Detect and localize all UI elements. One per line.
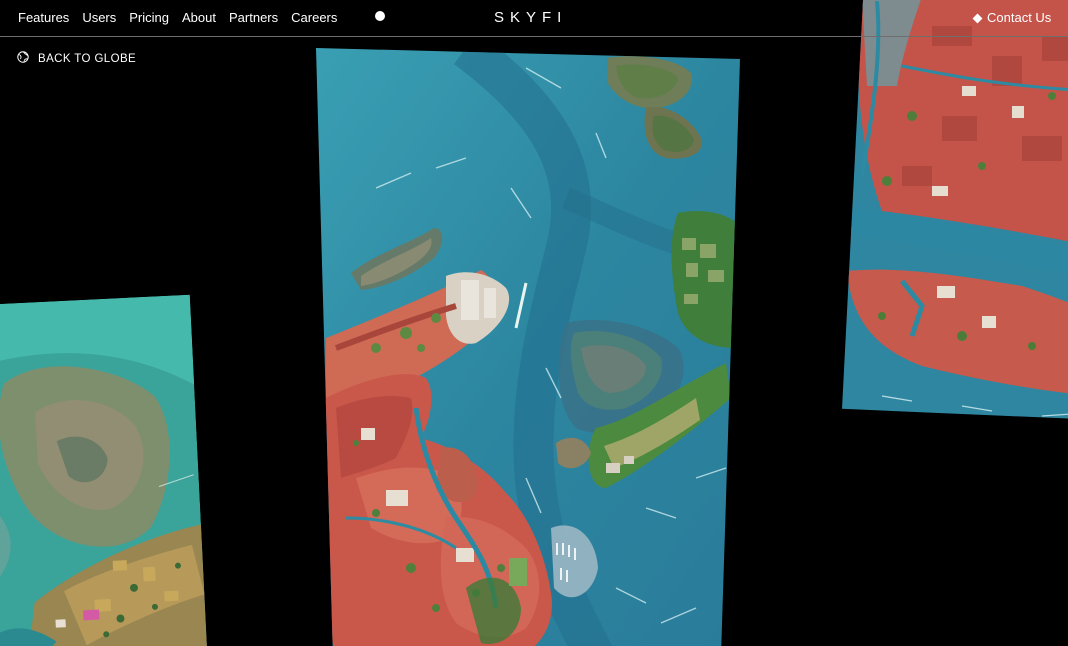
satellite-image-venice [316, 48, 740, 646]
status-dot-icon [375, 11, 385, 21]
nav-item-partners[interactable]: Partners [229, 10, 278, 26]
brand-logo[interactable]: SKYFI [494, 9, 567, 26]
contact-us-label: Contact Us [987, 10, 1052, 25]
diamond-icon [972, 13, 983, 23]
nav-item-about[interactable]: About [182, 10, 216, 26]
nav-item-careers[interactable]: Careers [291, 10, 337, 26]
top-navigation-bar: Features Users Pricing About Partners Ca… [0, 0, 1068, 37]
satellite-image-right [842, 0, 1068, 420]
globe-icon [17, 51, 29, 66]
contact-us-button[interactable]: Contact Us [972, 10, 1052, 26]
satellite-image-left [0, 294, 208, 646]
nav-item-users[interactable]: Users [82, 10, 116, 26]
nav-item-pricing[interactable]: Pricing [129, 10, 169, 26]
nav-item-features[interactable]: Features [18, 10, 69, 26]
satellite-tile-venice[interactable] [316, 48, 740, 646]
main-nav: Features Users Pricing About Partners Ca… [18, 10, 337, 26]
satellite-tile-right[interactable] [842, 0, 1068, 420]
back-to-globe-button[interactable]: BACK TO GLOBE [17, 51, 136, 66]
back-to-globe-label: BACK TO GLOBE [38, 52, 137, 65]
satellite-tile-left[interactable] [0, 294, 208, 646]
page: Features Users Pricing About Partners Ca… [0, 0, 1068, 646]
